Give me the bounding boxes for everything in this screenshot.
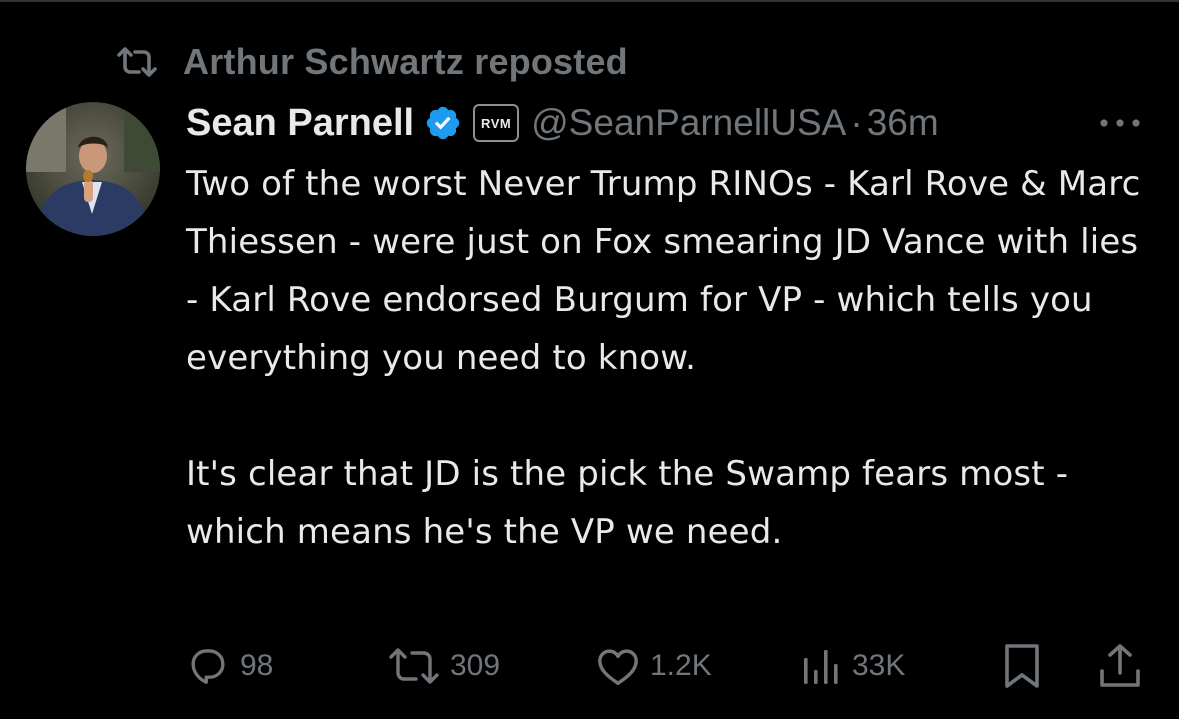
repost-count: 309: [450, 649, 501, 682]
tweet-paragraph: Two of the worst Never Trump RINOs - Kar…: [186, 164, 1141, 378]
heart-icon: [596, 646, 640, 686]
user-handle[interactable]: @SeanParnellUSA: [531, 102, 846, 144]
affiliate-badge[interactable]: RVM: [473, 104, 520, 142]
action-bar: 98 309 1.2K 33K: [186, 636, 1148, 696]
bookmark-icon: [1002, 643, 1042, 689]
display-name[interactable]: Sean Parnell: [186, 102, 414, 145]
verified-badge-icon[interactable]: [424, 103, 464, 143]
tweet-text: Two of the worst Never Trump RINOs - Kar…: [186, 155, 1146, 561]
separator-dot: ·: [850, 102, 863, 143]
avatar[interactable]: [26, 102, 160, 236]
reply-count: 98: [240, 649, 274, 682]
bookmark-button[interactable]: [1002, 636, 1042, 696]
tweet-header: Sean Parnell RVM @SeanParnellUSA · 36m: [186, 97, 939, 149]
share-icon: [1098, 643, 1142, 689]
like-count: 1.2K: [650, 649, 712, 682]
repost-button[interactable]: 309: [388, 636, 500, 696]
reply-icon: [186, 645, 230, 687]
view-count: 33K: [852, 649, 906, 682]
analytics-icon: [802, 646, 842, 686]
repost-label: Arthur Schwartz reposted: [183, 41, 628, 82]
share-button[interactable]: [1098, 636, 1142, 696]
more-options-icon[interactable]: [1098, 108, 1148, 138]
timestamp[interactable]: 36m: [867, 102, 939, 144]
repost-context[interactable]: Arthur Schwartz reposted: [117, 40, 628, 84]
tweet-paragraph: It's clear that JD is the pick the Swamp…: [186, 454, 1069, 552]
repost-action-icon: [388, 646, 440, 686]
repost-icon: [117, 45, 157, 79]
views-button[interactable]: 33K: [802, 636, 905, 696]
top-divider: [0, 0, 1179, 2]
like-button[interactable]: 1.2K: [596, 636, 712, 696]
reply-button[interactable]: 98: [186, 636, 273, 696]
